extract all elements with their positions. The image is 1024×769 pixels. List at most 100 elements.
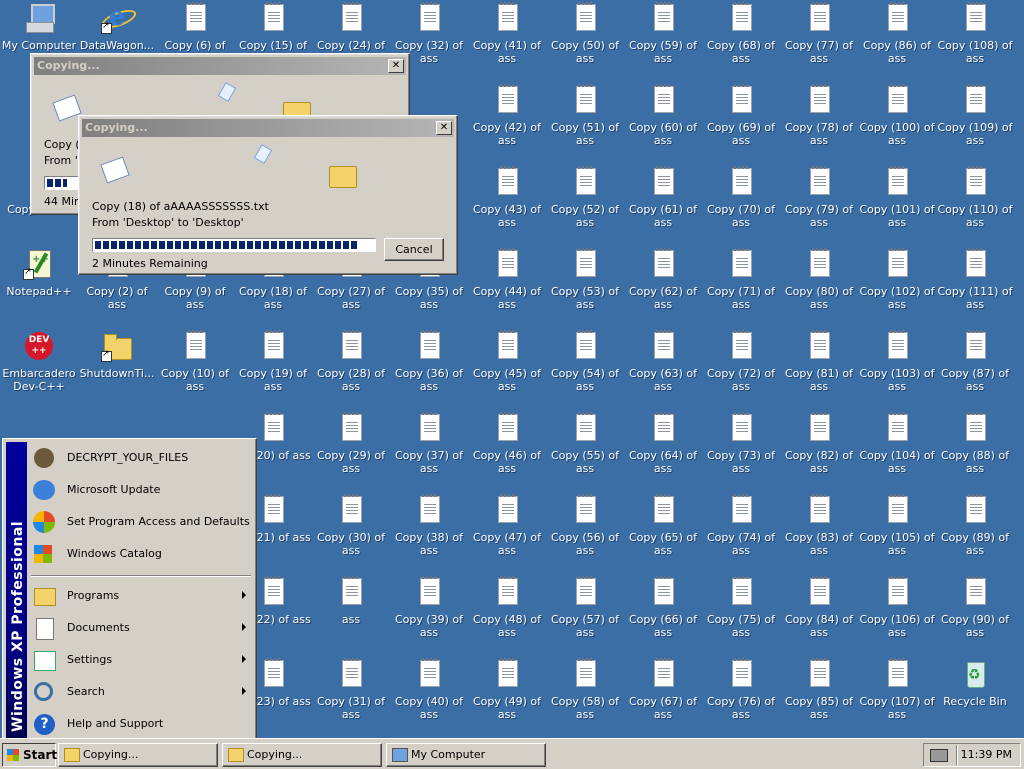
copy-dialog-front[interactable]: Copying... ✕ Copy (18) of aAAAASSSSSSS.t…	[78, 115, 458, 275]
desktop-icon[interactable]: Copy (107) of ass	[858, 656, 936, 736]
start-menu-item-decrypt-your-files[interactable]: DECRYPT_YOUR_FILES	[29, 443, 251, 473]
desktop-icon[interactable]: ♻ Recycle Bin	[936, 656, 1014, 736]
desktop-icon[interactable]: Copy (43) of ass	[468, 164, 546, 244]
desktop-icon[interactable]: Copy (81) of ass	[780, 328, 858, 408]
desktop-icon[interactable]: Copy (37) of ass	[390, 410, 468, 490]
taskbar-button[interactable]: Copying...	[222, 743, 382, 767]
desktop-icon[interactable]: Copy (52) of ass	[546, 164, 624, 244]
desktop-icon[interactable]: Copy (68) of ass	[702, 0, 780, 80]
desktop-icon[interactable]: Copy (74) of ass	[702, 492, 780, 572]
start-menu-item-search[interactable]: Search	[29, 677, 251, 707]
desktop-icon[interactable]: Copy (54) of ass	[546, 328, 624, 408]
dialog-back-titlebar[interactable]: Copying... ✕	[34, 57, 406, 75]
cancel-button[interactable]: Cancel	[384, 238, 444, 261]
desktop-icon[interactable]: ass	[312, 574, 390, 654]
desktop-icon[interactable]: Copy (30) of ass	[312, 492, 390, 572]
desktop-icon[interactable]: Copy (69) of ass	[702, 82, 780, 162]
desktop-icon[interactable]: Copy (109) of ass	[936, 82, 1014, 162]
desktop-icon[interactable]: Copy (106) of ass	[858, 574, 936, 654]
desktop-icon[interactable]: Copy (39) of ass	[390, 574, 468, 654]
desktop-icon[interactable]: Copy (57) of ass	[546, 574, 624, 654]
desktop-icon[interactable]: Copy (28) of ass	[312, 328, 390, 408]
desktop-icon[interactable]: Copy (80) of ass	[780, 246, 858, 326]
desktop-icon[interactable]: Copy (19) of ass	[234, 328, 312, 408]
desktop-icon[interactable]: Copy (40) of ass	[390, 656, 468, 736]
desktop-icon[interactable]: Copy (78) of ass	[780, 82, 858, 162]
desktop-icon[interactable]: Copy (44) of ass	[468, 246, 546, 326]
desktop-icon[interactable]: Copy (51) of ass	[546, 82, 624, 162]
clock[interactable]: 11:39 PM	[961, 748, 1012, 761]
desktop-icon[interactable]: Copy (103) of ass	[858, 328, 936, 408]
start-menu-item-microsoft-update[interactable]: Microsoft Update	[29, 475, 251, 505]
desktop-icon[interactable]: Copy (49) of ass	[468, 656, 546, 736]
desktop-icon[interactable]: Copy (85) of ass	[780, 656, 858, 736]
desktop-icon[interactable]: Copy (70) of ass	[702, 164, 780, 244]
desktop-icon[interactable]: Copy (73) of ass	[702, 410, 780, 490]
desktop-icon[interactable]: Copy (65) of ass	[624, 492, 702, 572]
desktop-icon[interactable]: Copy (53) of ass	[546, 246, 624, 326]
desktop-icon[interactable]: Copy (71) of ass	[702, 246, 780, 326]
dialog-back-close-button[interactable]: ✕	[388, 59, 404, 73]
desktop-icon[interactable]: Copy (41) of ass	[468, 0, 546, 80]
desktop-icon[interactable]: Copy (89) of ass	[936, 492, 1014, 572]
dialog-front-close-button[interactable]: ✕	[436, 121, 452, 135]
desktop-icon[interactable]: Copy (88) of ass	[936, 410, 1014, 490]
desktop-icon[interactable]: Copy (55) of ass	[546, 410, 624, 490]
start-menu-item-help-and-support[interactable]: ? Help and Support	[29, 709, 251, 739]
desktop-icon[interactable]: Copy (42) of ass	[468, 82, 546, 162]
start-menu-item-windows-catalog[interactable]: Windows Catalog	[29, 539, 251, 569]
desktop-icon-label: Copy (103) of ass	[859, 367, 935, 393]
desktop-icon[interactable]: Copy (50) of ass	[546, 0, 624, 80]
desktop-icon[interactable]: Copy (111) of ass	[936, 246, 1014, 326]
desktop-icon[interactable]: Copy (76) of ass	[702, 656, 780, 736]
desktop-icon[interactable]: Copy (36) of ass	[390, 328, 468, 408]
desktop-icon[interactable]: Copy (104) of ass	[858, 410, 936, 490]
desktop-icon[interactable]: Copy (56) of ass	[546, 492, 624, 572]
desktop-icon[interactable]: Copy (105) of ass	[858, 492, 936, 572]
start-menu-item-documents[interactable]: Documents	[29, 613, 251, 643]
desktop-icon[interactable]: Copy (45) of ass	[468, 328, 546, 408]
desktop-icon[interactable]: Copy (79) of ass	[780, 164, 858, 244]
start-button[interactable]: Start	[2, 743, 57, 767]
start-menu-item-settings[interactable]: Settings	[29, 645, 251, 675]
desktop-icon[interactable]: Copy (108) of ass	[936, 0, 1014, 80]
desktop-icon[interactable]: Copy (48) of ass	[468, 574, 546, 654]
desktop-icon[interactable]: Copy (102) of ass	[858, 246, 936, 326]
desktop-icon[interactable]: Copy (66) of ass	[624, 574, 702, 654]
desktop-icon[interactable]: Copy (10) of ass	[156, 328, 234, 408]
desktop-icon[interactable]: Copy (100) of ass	[858, 82, 936, 162]
desktop-icon[interactable]: Copy (86) of ass	[858, 0, 936, 80]
desktop-icon[interactable]: Copy (75) of ass	[702, 574, 780, 654]
desktop-icon[interactable]: Copy (62) of ass	[624, 246, 702, 326]
desktop-icon[interactable]: Copy (83) of ass	[780, 492, 858, 572]
desktop-icon[interactable]: Copy (101) of ass	[858, 164, 936, 244]
desktop-icon[interactable]: Copy (38) of ass	[390, 492, 468, 572]
keyboard-icon[interactable]	[930, 749, 948, 762]
desktop-icon[interactable]: Copy (58) of ass	[546, 656, 624, 736]
desktop-icon[interactable]: ShutdownTi...	[78, 328, 156, 408]
desktop-icon[interactable]: Copy (60) of ass	[624, 82, 702, 162]
desktop-icon[interactable]: Copy (31) of ass	[312, 656, 390, 736]
desktop-icon[interactable]: Copy (67) of ass	[624, 656, 702, 736]
desktop-icon[interactable]: Copy (87) of ass	[936, 328, 1014, 408]
desktop-icon[interactable]: ++ Notepad++	[0, 246, 78, 326]
dialog-front-titlebar[interactable]: Copying... ✕	[82, 119, 454, 137]
desktop-icon[interactable]: DEV ++ Embarcadero Dev-C++	[0, 328, 78, 408]
desktop-icon[interactable]: Copy (29) of ass	[312, 410, 390, 490]
desktop-icon[interactable]: Copy (46) of ass	[468, 410, 546, 490]
desktop-icon[interactable]: Copy (110) of ass	[936, 164, 1014, 244]
desktop-icon[interactable]: Copy (84) of ass	[780, 574, 858, 654]
desktop-icon[interactable]: Copy (47) of ass	[468, 492, 546, 572]
desktop-icon[interactable]: Copy (90) of ass	[936, 574, 1014, 654]
desktop-icon[interactable]: Copy (64) of ass	[624, 410, 702, 490]
start-menu-item-set-program-access-and-defaults[interactable]: Set Program Access and Defaults	[29, 507, 251, 537]
start-menu-item-programs[interactable]: Programs	[29, 581, 251, 611]
desktop-icon[interactable]: Copy (63) of ass	[624, 328, 702, 408]
desktop-icon[interactable]: Copy (77) of ass	[780, 0, 858, 80]
desktop-icon[interactable]: Copy (61) of ass	[624, 164, 702, 244]
taskbar-button[interactable]: Copying...	[58, 743, 218, 767]
desktop-icon[interactable]: Copy (82) of ass	[780, 410, 858, 490]
taskbar-button[interactable]: My Computer	[386, 743, 546, 767]
desktop-icon[interactable]: Copy (72) of ass	[702, 328, 780, 408]
desktop-icon[interactable]: Copy (59) of ass	[624, 0, 702, 80]
